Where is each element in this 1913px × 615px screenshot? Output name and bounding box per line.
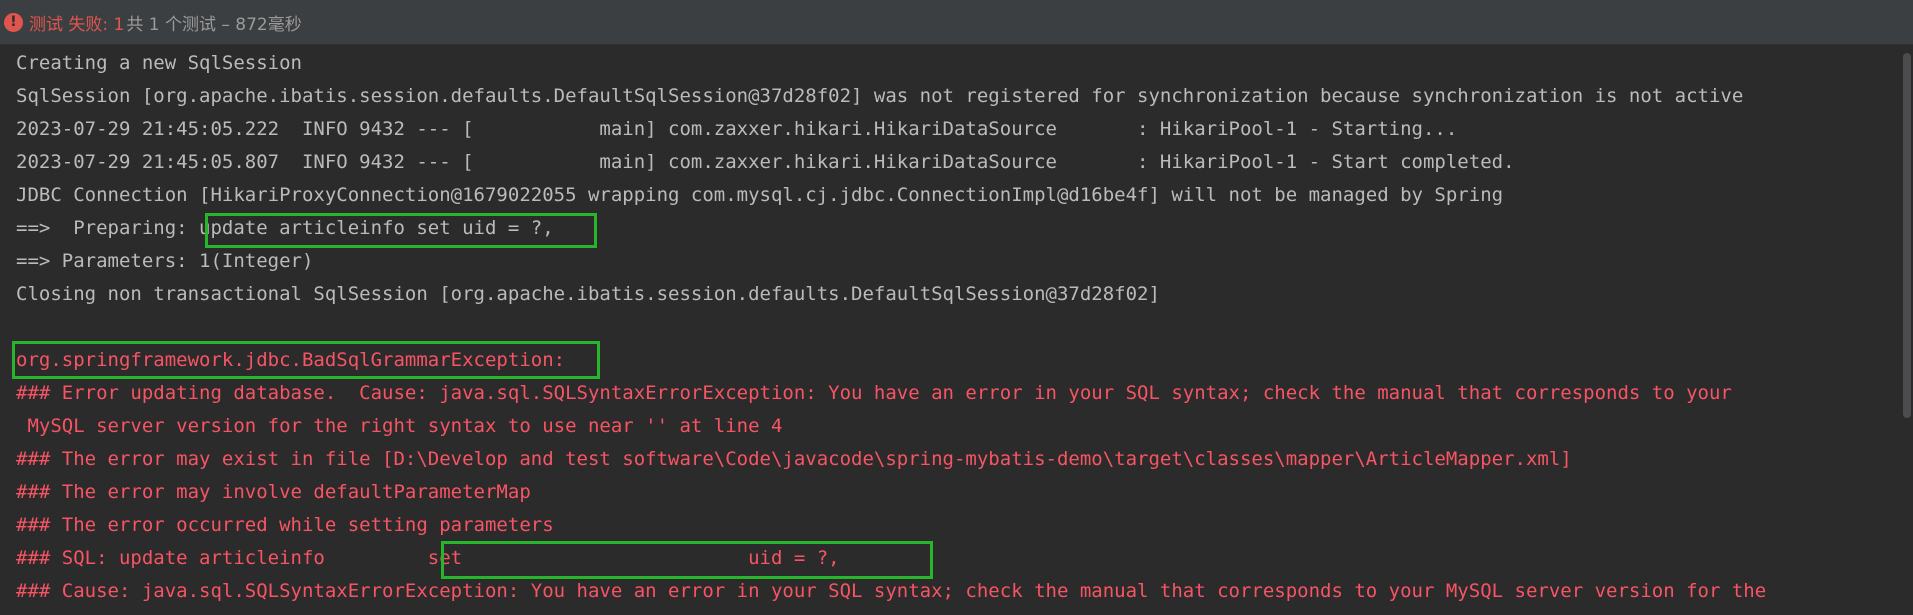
scrollbar-thumb[interactable] xyxy=(1903,53,1911,418)
test-failed-label: 测试 失败: 1 xyxy=(29,14,125,35)
test-failed-icon: ! xyxy=(4,12,23,32)
console-error-line: ### SQL: update articleinfo set uid = ?, xyxy=(16,547,840,569)
console-line: ==> Preparing: update articleinfo set ui… xyxy=(16,217,554,239)
console-line: 2023-07-29 21:45:05.222 INFO 9432 --- [ … xyxy=(16,118,1458,140)
console-output[interactable]: Creating a new SqlSession SqlSession [or… xyxy=(0,45,1913,615)
console-error-line: ### The error may exist in file [D:\Deve… xyxy=(16,448,1572,470)
test-status-bar: ! 测试 失败: 1 共 1 个测试 – 872毫秒 xyxy=(0,0,1913,45)
console-line: JDBC Connection [HikariProxyConnection@1… xyxy=(16,184,1504,206)
console-error-line: org.springframework.jdbc.BadSqlGrammarEx… xyxy=(16,349,566,371)
console-line: Creating a new SqlSession xyxy=(16,52,302,74)
console-line: SqlSession [org.apache.ibatis.session.de… xyxy=(16,85,1744,107)
console-line: ==> Parameters: 1(Integer) xyxy=(16,250,314,272)
console-line: Closing non transactional SqlSession [or… xyxy=(16,283,1160,305)
test-run-window: ! 测试 失败: 1 共 1 个测试 – 872毫秒 Creating a ne… xyxy=(0,0,1913,615)
console-error-line: ### The error may involve defaultParamet… xyxy=(16,481,531,503)
console-scrollbar[interactable] xyxy=(1901,45,1913,615)
console-error-line: ### Error updating database. Cause: java… xyxy=(16,382,1732,404)
console-error-line: MySQL server version for the right synta… xyxy=(16,415,783,437)
console-error-line: ### The error occurred while setting par… xyxy=(16,514,554,536)
test-summary-label: 共 1 个测试 – 872毫秒 xyxy=(126,14,302,35)
console-line: 2023-07-29 21:45:05.807 INFO 9432 --- [ … xyxy=(16,151,1515,173)
console-error-line: ### Cause: java.sql.SQLSyntaxErrorExcept… xyxy=(16,580,1767,602)
